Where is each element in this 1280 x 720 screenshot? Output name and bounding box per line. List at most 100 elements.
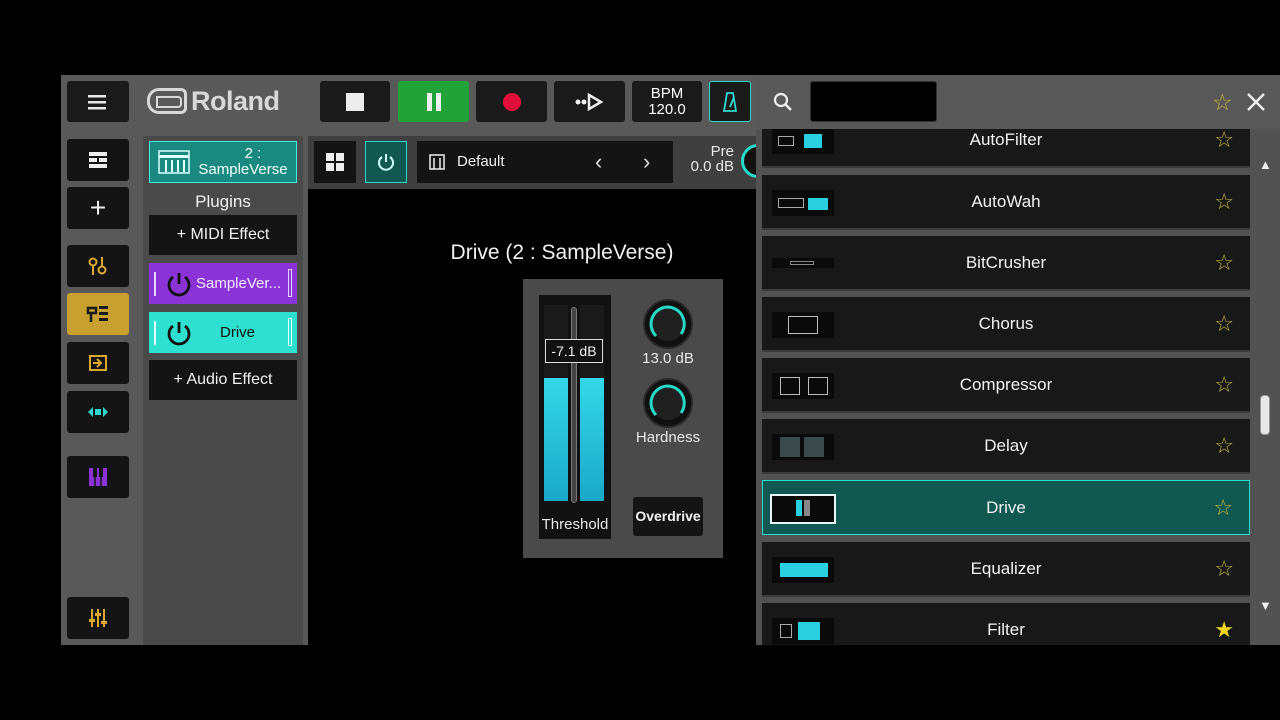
search-input[interactable] [810,81,937,122]
skip-forward-button[interactable] [554,81,625,122]
favorite-star-icon[interactable]: ☆ [1214,311,1234,337]
power-icon[interactable] [166,271,192,297]
sidebar-add-button[interactable]: + [67,187,129,229]
next-preset-icon[interactable]: › [643,149,650,175]
threshold-meter-left [544,305,568,501]
effect-name: Filter [987,620,1025,639]
track-number: 2 : [244,145,262,162]
bpm-value: 120.0 [648,100,686,118]
effect-slot-label: Drive [220,324,256,341]
track-selector[interactable]: 2 : SampleVerse [149,141,297,183]
threshold-value-badge: -7.1 dB [545,339,603,363]
bpm-display[interactable]: BPM 120.0 [632,81,702,122]
stop-button[interactable] [320,81,390,122]
sampler-icon [88,407,108,417]
gain-value: 13.0 dB [642,350,694,367]
effect-slot-drive[interactable]: Drive [149,312,297,353]
effect-row[interactable]: AutoFilter ☆ [762,129,1250,168]
pause-icon [426,92,441,111]
effect-row[interactable]: Chorus ☆ [762,297,1250,352]
power-icon[interactable] [166,320,192,346]
favorite-star-icon[interactable]: ☆ [1214,556,1234,582]
scroll-up-icon[interactable]: ▲ [1259,157,1272,172]
effect-name: Compressor [959,375,1053,394]
instrument-slot[interactable]: SampleVer... [149,263,297,304]
favorite-star-icon[interactable]: ☆ [1214,433,1234,459]
track-name: SampleVerse [198,161,288,178]
menu-icon [88,94,106,109]
power-icon [378,154,394,171]
grid-view-button[interactable] [314,141,356,183]
sidebar-keyboard-button[interactable] [67,456,129,498]
slot-bar-right [288,318,292,346]
effect-row[interactable]: Delay ☆ [762,419,1250,474]
effect-name: Drive [986,498,1026,517]
hardness-knob[interactable] [643,378,693,428]
search-icon[interactable] [773,92,793,112]
favorite-star-icon[interactable]: ☆ [1214,372,1234,398]
threshold-slider-track[interactable] [571,307,577,503]
pause-button[interactable] [398,81,469,122]
add-midi-effect-button[interactable]: + MIDI Effect [149,215,297,255]
editor-toolbar: Default ‹ › Pre 0.0 dB [308,136,756,189]
hardness-label: Hardness [635,429,701,446]
plugin-title: Drive (2 : SampleVerse) [450,241,674,264]
bypass-toggle[interactable] [365,141,407,183]
effect-browser: ☆ AutoFilter ☆ AutoWah ☆ BitCrusher ☆ Ch… [756,75,1280,645]
effect-row[interactable]: BitCrusher ☆ [762,236,1250,291]
skip-forward-icon [575,92,603,111]
favorite-star-icon[interactable]: ☆ [1214,189,1234,215]
effect-list: AutoFilter ☆ AutoWah ☆ BitCrusher ☆ Chor… [756,129,1280,645]
effect-name: Equalizer [970,559,1042,578]
metronome-icon [723,91,737,112]
favorite-star-icon[interactable]: ☆ [1213,495,1233,521]
knob-arc-icon [649,305,686,341]
sidebar-mixer-button[interactable] [67,245,129,287]
bpm-label: BPM [650,84,684,102]
knob-arc-icon [649,384,686,420]
pre-gain[interactable]: Pre 0.0 dB [686,144,756,184]
effect-name: Chorus [978,314,1034,333]
scrollbar-thumb[interactable] [1260,395,1270,435]
effect-row[interactable]: Compressor ☆ [762,358,1250,413]
effect-row[interactable]: Filter ★ [762,603,1250,645]
favorite-star-icon[interactable]: ☆ [1214,250,1234,276]
menu-button[interactable] [67,81,129,122]
sidebar-plugins-button[interactable] [67,293,129,335]
add-audio-effect-button[interactable]: + Audio Effect [149,360,297,400]
scroll-down-icon[interactable]: ▼ [1259,598,1272,613]
effect-row-selected[interactable]: Drive ☆ [762,480,1250,535]
sidebar-tracks-button[interactable] [67,139,129,181]
keyboard-icon [89,468,107,486]
metronome-button[interactable] [709,81,751,122]
sidebar-sampler-button[interactable] [67,391,129,433]
plugins-icon [86,306,108,322]
preset-selector[interactable]: Default ‹ › [417,141,673,183]
record-icon [502,92,521,111]
effect-row[interactable]: AutoWah ☆ [762,175,1250,230]
prev-preset-icon[interactable]: ‹ [595,149,602,175]
stop-icon [346,92,364,111]
effect-row[interactable]: Equalizer ☆ [762,542,1250,597]
sidebar-input-button[interactable] [67,342,129,384]
slot-bar-right [288,269,292,297]
tracks-icon [89,152,107,168]
gain-knob[interactable] [643,299,693,349]
favorite-star-icon[interactable]: ★ [1214,617,1234,643]
favorites-filter-star-icon[interactable]: ☆ [1212,89,1233,116]
browser-header: ☆ [756,75,1280,129]
threshold-control[interactable]: -7.1 dB Threshold [539,295,611,539]
roland-logo: Roland [147,85,305,117]
threshold-meter-fill [580,377,604,501]
record-button[interactable] [476,81,547,122]
preset-name: Default [457,153,505,170]
slot-bar-left [154,321,156,345]
sidebar-mixer-sliders-button[interactable] [67,597,129,639]
threshold-meter-right [580,305,604,501]
effect-name: Delay [984,436,1028,455]
favorite-star-icon[interactable]: ☆ [1214,129,1234,153]
overdrive-button[interactable]: Overdrive [633,497,703,536]
close-icon[interactable] [1246,92,1266,112]
roland-mark [147,88,187,114]
instrument-slot-label: SampleVer... [196,275,282,292]
